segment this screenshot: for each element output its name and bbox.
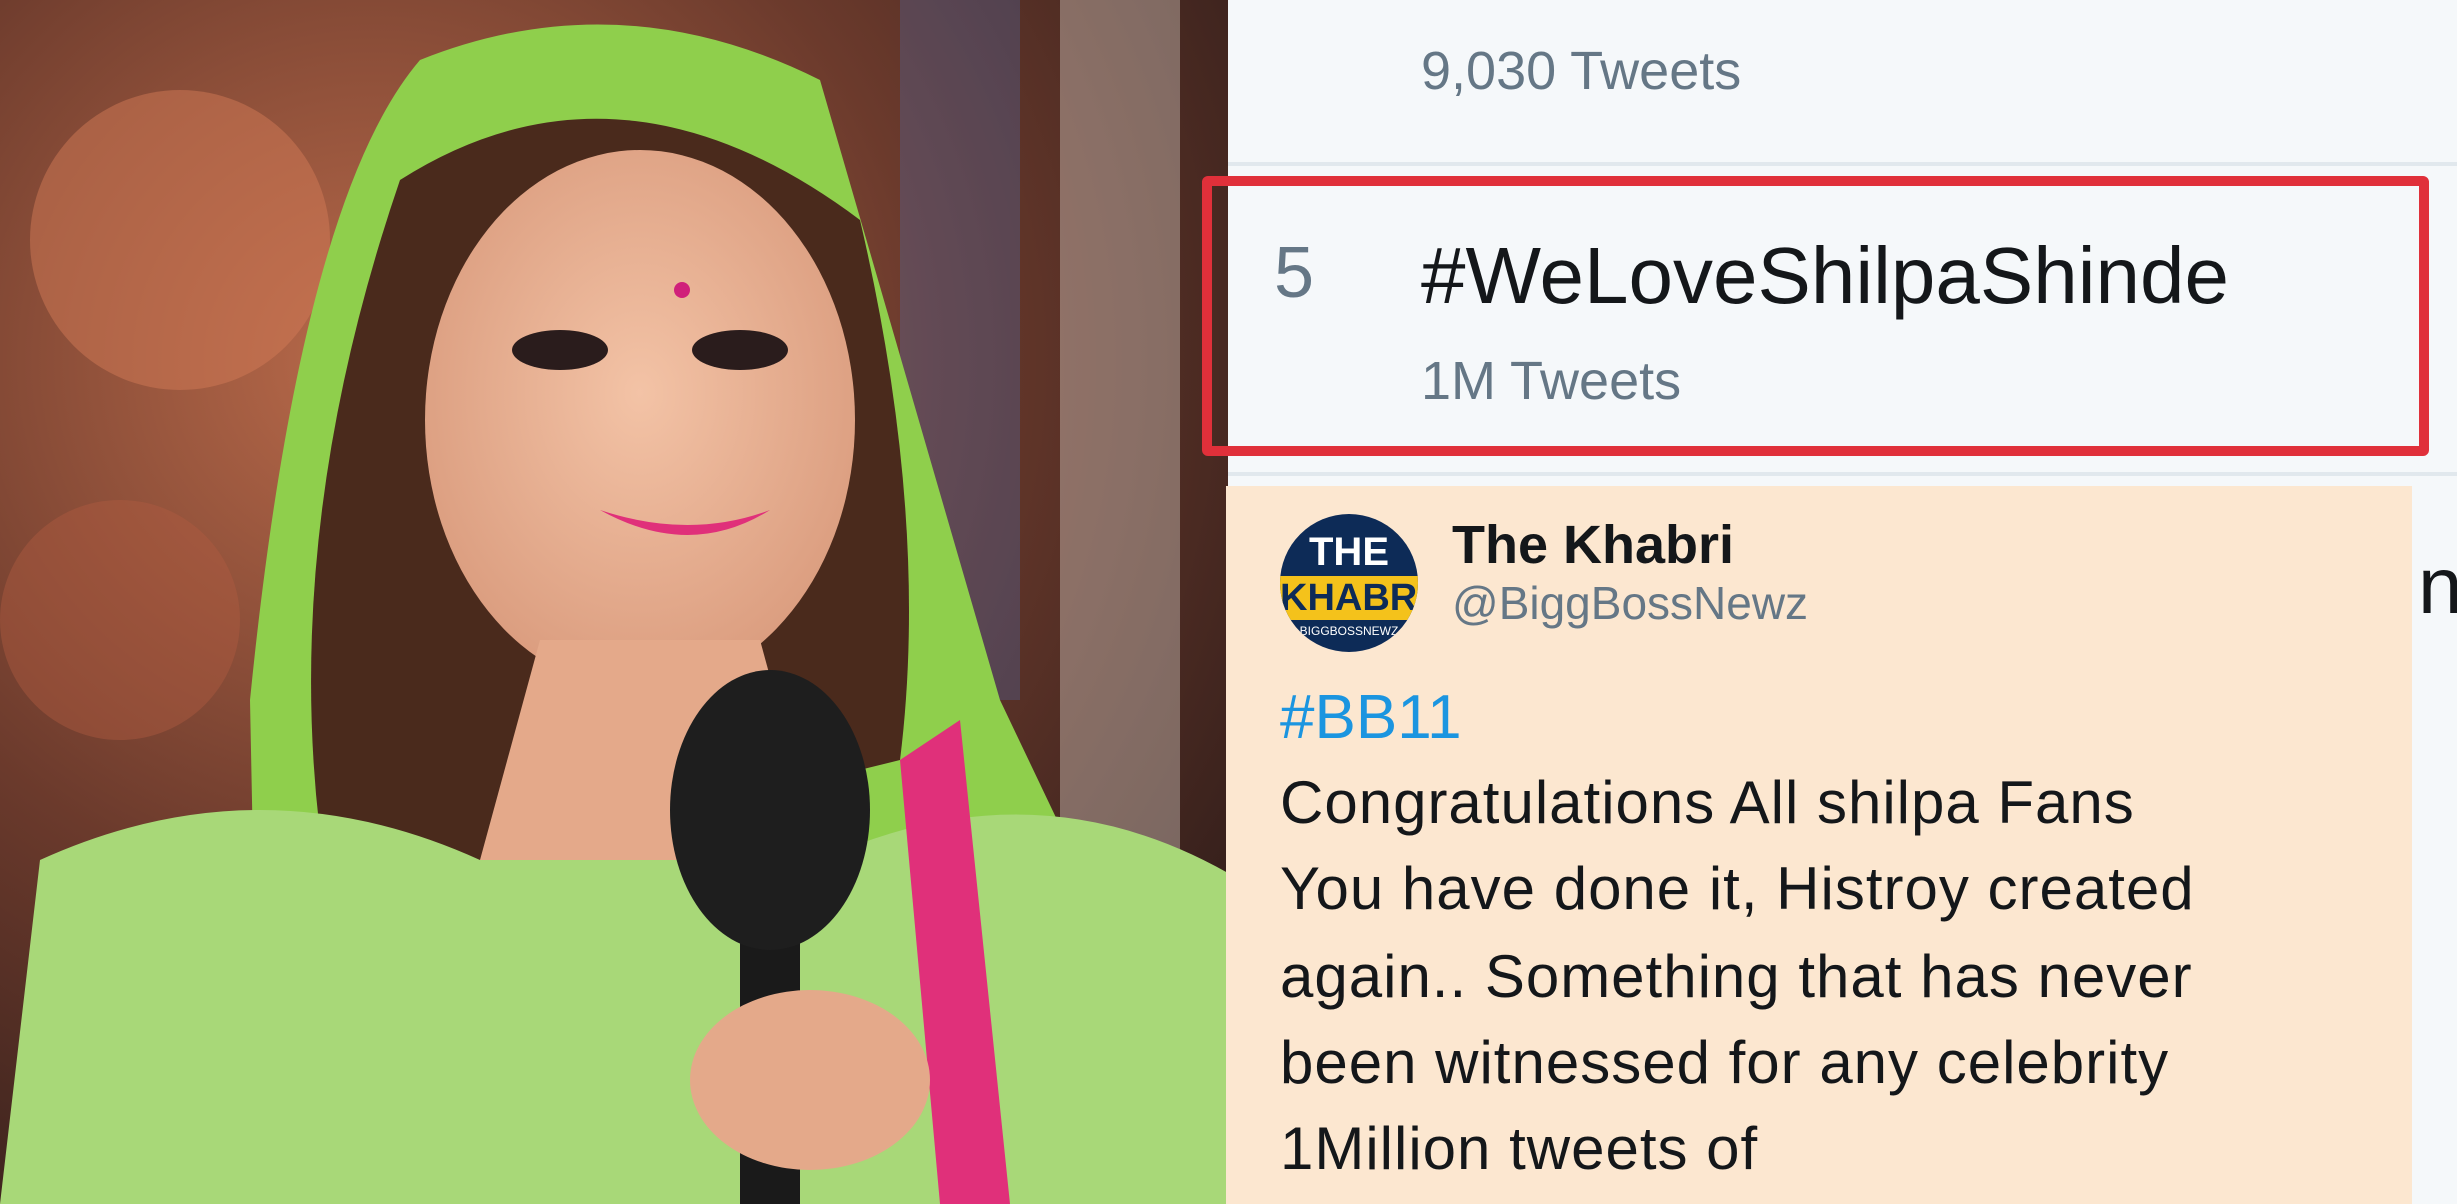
highlight-box — [1202, 176, 2429, 456]
trend-tweet-count: 9,030 Tweets — [1421, 41, 1742, 101]
avatar-logo-text: KHABRI — [1280, 577, 1418, 619]
partial-text: n — [2418, 541, 2457, 630]
celebrity-photo — [0, 0, 1240, 1204]
divider — [1228, 162, 2457, 166]
tweet-hashtag[interactable]: #BB11 — [1280, 682, 1462, 753]
tweet-text-line: 1Million tweets of — [1280, 1115, 1759, 1182]
tweet-text-line: You have done it, Histroy created — [1280, 855, 2195, 922]
avatar[interactable]: THE KHABRI BIGGBOSSNEWZ — [1280, 514, 1418, 652]
tweet-card[interactable]: THE KHABRI BIGGBOSSNEWZ The Khabri @Bigg… — [1226, 486, 2412, 1204]
avatar-logo-text: THE — [1309, 530, 1389, 574]
author-handle[interactable]: @BiggBossNewz — [1452, 576, 1808, 630]
trend-item[interactable]: 9,030 Tweets — [1228, 0, 2457, 160]
author-name[interactable]: The Khabri — [1452, 514, 1734, 576]
avatar-logo-text: BIGGBOSSNEWZ — [1299, 624, 1399, 638]
tweet-text-line: again.. Something that has never — [1280, 943, 2193, 1010]
tweet-text-line: Congratulations All shilpa Fans — [1280, 769, 2135, 836]
tweet-text-line: been witnessed for any celebrity — [1280, 1029, 2170, 1096]
divider — [1228, 472, 2457, 476]
